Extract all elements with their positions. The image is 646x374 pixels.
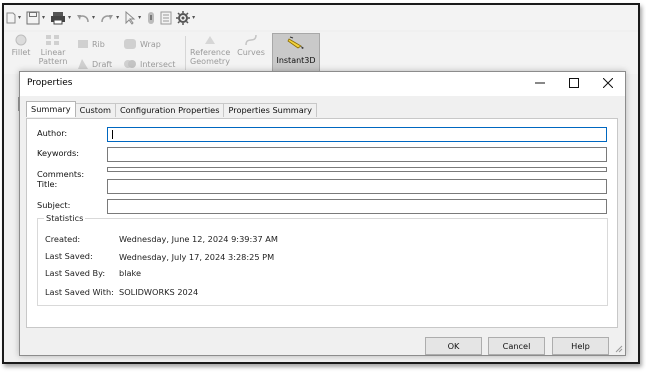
chevron-down-icon[interactable]: ▾ xyxy=(92,14,95,21)
options-icon[interactable] xyxy=(174,7,192,29)
maximize-button[interactable] xyxy=(557,72,591,94)
chevron-down-icon[interactable]: ▾ xyxy=(18,14,21,21)
cancel-button[interactable]: Cancel xyxy=(488,337,545,355)
undo-icon[interactable] xyxy=(74,7,92,29)
reference-geometry-icon xyxy=(205,36,215,44)
file-properties-icon[interactable] xyxy=(158,7,174,29)
app-window: ▾ ▾ ▾ ▾ ▾ ▾ ▾ Fillet Linear Pattern Rib … xyxy=(2,3,640,364)
draft-icon xyxy=(78,59,88,69)
tab-custom[interactable]: Custom xyxy=(74,103,116,117)
subject-label: Subject: xyxy=(37,200,71,210)
last-saved-by-value: blake xyxy=(119,268,141,278)
author-label: Author: xyxy=(37,128,68,138)
rib-icon xyxy=(78,40,88,48)
resize-grip-icon[interactable] xyxy=(613,343,623,353)
ok-button[interactable]: OK xyxy=(425,337,482,355)
instant3d-button[interactable]: Instant3D xyxy=(272,33,320,75)
chevron-down-icon[interactable]: ▾ xyxy=(116,14,119,21)
title-field[interactable] xyxy=(107,179,607,194)
intersect-label: Intersect xyxy=(140,59,176,69)
last-saved-with-value: SOLIDWORKS 2024 xyxy=(119,287,199,297)
fillet-button[interactable]: Fillet xyxy=(6,34,36,57)
statistics-legend: Statistics xyxy=(44,213,86,223)
tab-strip: Summary Custom Configuration Properties … xyxy=(26,101,318,118)
statistics-group: Statistics Created: Wednesday, June 12, … xyxy=(37,213,608,306)
curves-label: Curves xyxy=(237,48,265,57)
tab-configuration-properties[interactable]: Configuration Properties xyxy=(114,103,225,117)
comments-label: Comments: xyxy=(37,169,85,179)
curves-icon xyxy=(245,34,257,46)
wrap-icon xyxy=(124,39,136,49)
dialog-title: Properties xyxy=(27,78,73,88)
tab-properties-summary[interactable]: Properties Summary xyxy=(223,103,318,117)
curves-button[interactable]: Curves xyxy=(235,34,267,57)
linear-pattern-icon xyxy=(46,35,59,45)
fillet-label: Fillet xyxy=(11,48,31,57)
background-edge-right xyxy=(625,97,638,111)
wrap-label: Wrap xyxy=(140,39,161,49)
intersect-icon xyxy=(124,60,136,68)
ribbon-divider xyxy=(185,36,186,70)
linear-pattern-button[interactable]: Linear Pattern xyxy=(36,34,70,66)
close-button[interactable] xyxy=(591,72,625,94)
summary-panel: Author: Keywords: Comments: Title: Subje… xyxy=(26,118,618,328)
close-icon xyxy=(603,78,613,88)
select-icon[interactable] xyxy=(122,7,138,29)
rebuild-icon[interactable] xyxy=(144,7,158,29)
keywords-field[interactable] xyxy=(107,147,607,162)
last-saved-by-label: Last Saved By: xyxy=(45,268,106,278)
intersect-button[interactable]: Intersect xyxy=(123,58,175,70)
minimize-button[interactable] xyxy=(523,72,557,94)
comments-field[interactable] xyxy=(107,167,607,172)
instant3d-icon xyxy=(287,36,304,49)
reference-geometry-button[interactable]: Reference Geometry xyxy=(190,34,230,66)
draft-button[interactable]: Draft xyxy=(77,58,112,70)
author-field[interactable] xyxy=(107,127,607,142)
instant3d-label: Instant3D xyxy=(276,56,316,65)
draft-label: Draft xyxy=(92,59,113,69)
reference-geometry-label-2: Geometry xyxy=(190,57,230,66)
created-value: Wednesday, June 12, 2024 9:39:37 AM xyxy=(119,234,278,244)
wrap-button[interactable]: Wrap xyxy=(123,38,161,50)
help-button[interactable]: Help xyxy=(552,337,609,355)
reference-geometry-label-1: Reference xyxy=(190,48,231,57)
quick-access-toolbar: ▾ ▾ ▾ ▾ ▾ ▾ ▾ xyxy=(4,5,638,30)
created-label: Created: xyxy=(45,234,81,244)
save-icon[interactable] xyxy=(24,7,42,29)
properties-dialog: Properties Summary Custom Configuration … xyxy=(19,71,626,356)
title-label: Title: xyxy=(37,179,58,189)
last-saved-label: Last Saved: xyxy=(45,251,93,261)
print-icon[interactable] xyxy=(48,7,68,29)
fillet-icon xyxy=(15,34,27,46)
last-saved-value: Wednesday, July 17, 2024 3:28:25 PM xyxy=(119,252,275,262)
rib-label: Rib xyxy=(92,39,105,49)
linear-pattern-label-2: Pattern xyxy=(38,57,68,66)
ribbon-features: Fillet Linear Pattern Rib Draft Wrap Int… xyxy=(4,32,638,75)
new-file-icon[interactable] xyxy=(4,7,18,29)
chevron-down-icon[interactable]: ▾ xyxy=(42,14,45,21)
keywords-label: Keywords: xyxy=(37,148,79,158)
text-caret xyxy=(112,130,113,139)
tab-summary[interactable]: Summary xyxy=(26,101,76,117)
chevron-down-icon[interactable]: ▾ xyxy=(138,14,141,21)
maximize-icon xyxy=(569,78,579,88)
last-saved-with-label: Last Saved With: xyxy=(45,287,114,297)
background-edge-left xyxy=(4,97,19,111)
subject-field[interactable] xyxy=(107,199,607,214)
dialog-titlebar: Properties xyxy=(20,72,625,96)
minimize-icon xyxy=(535,82,545,84)
linear-pattern-label-1: Linear xyxy=(40,48,66,57)
chevron-down-icon[interactable]: ▾ xyxy=(68,14,71,21)
chevron-down-icon[interactable]: ▾ xyxy=(192,14,195,21)
rib-button[interactable]: Rib xyxy=(77,38,105,50)
redo-icon[interactable] xyxy=(98,7,116,29)
